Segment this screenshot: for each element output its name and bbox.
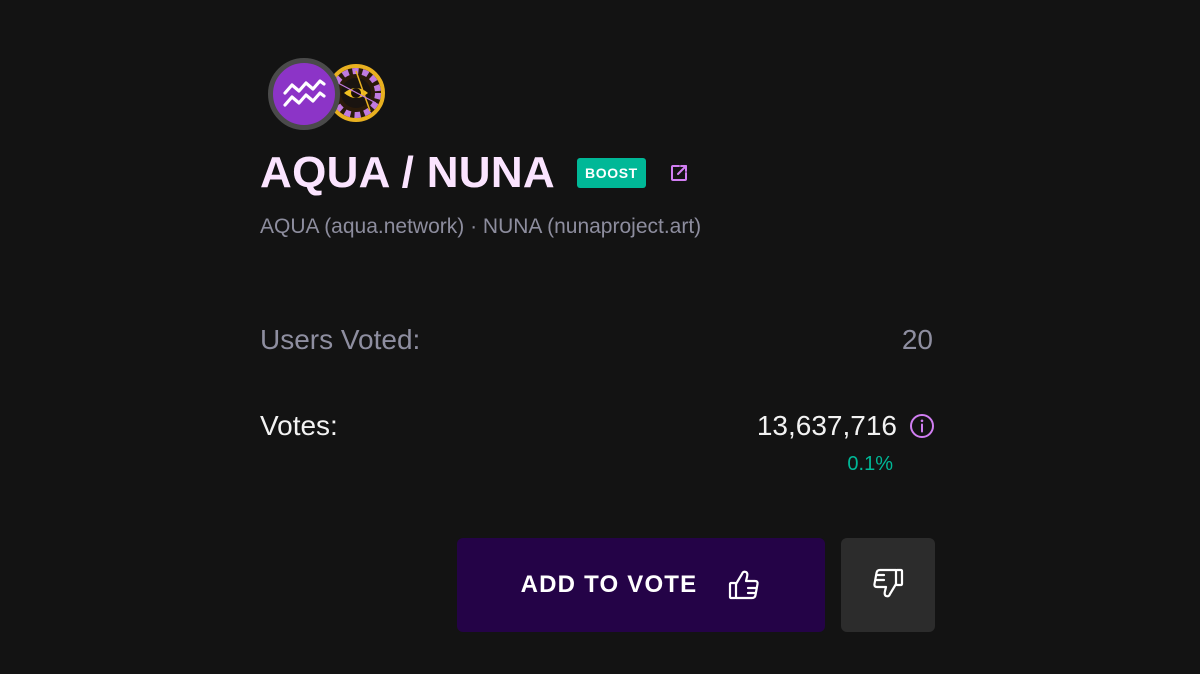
users-voted-value: 20 bbox=[901, 324, 933, 355]
boost-badge: BOOST bbox=[577, 158, 646, 188]
aqua-logo-icon bbox=[268, 58, 340, 130]
external-link-icon[interactable] bbox=[668, 162, 690, 184]
users-voted-label: Users Voted: bbox=[260, 324, 421, 355]
add-to-vote-button[interactable]: ADD TO VOTE bbox=[457, 538, 825, 632]
votes-share: 0.1% bbox=[847, 453, 893, 475]
pair-logos bbox=[260, 58, 935, 138]
thumb-down-icon bbox=[871, 566, 905, 605]
votes-value-group: 13,637,716 bbox=[757, 406, 935, 446]
pair-header: AQUA / NUNA BOOST bbox=[260, 148, 935, 198]
votes-label: Votes: bbox=[260, 410, 338, 441]
add-to-vote-label: ADD TO VOTE bbox=[520, 571, 698, 598]
votes-value: 13,637,716 bbox=[756, 410, 897, 441]
downvote-button[interactable] bbox=[841, 538, 935, 632]
pair-title: AQUA / NUNA bbox=[260, 148, 555, 197]
vote-actions: ADD TO VOTE bbox=[457, 538, 935, 632]
thumb-up-icon bbox=[727, 568, 761, 602]
pair-subtitle: AQUA (aqua.network) · NUNA (nunaproject.… bbox=[260, 215, 702, 238]
pair-card: AQUA / NUNA BOOST AQUA (aqua.network) · … bbox=[260, 58, 935, 475]
users-voted-row: Users Voted: 20 bbox=[260, 320, 935, 360]
votes-row: Votes: 13,637,716 0.1% bbox=[260, 406, 935, 475]
info-icon[interactable] bbox=[909, 413, 935, 439]
